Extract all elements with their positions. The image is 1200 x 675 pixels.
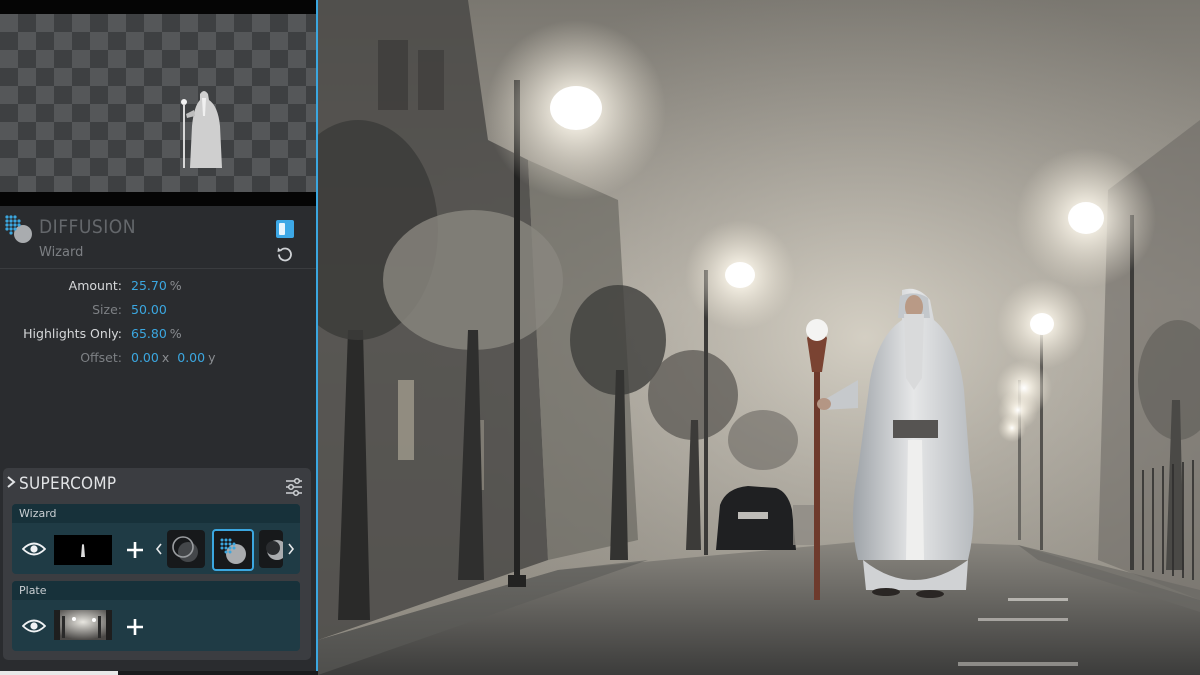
composite-viewer[interactable] (318, 0, 1200, 675)
diffusion-effect-icon (220, 538, 246, 564)
effect-slot[interactable] (259, 530, 287, 568)
supercomp-title: SUPERCOMP (19, 474, 117, 494)
layer-name: Wizard (12, 504, 300, 523)
add-effect-icon[interactable] (125, 540, 145, 560)
add-effect-icon[interactable] (125, 617, 145, 637)
chevron-left-icon[interactable] (155, 543, 163, 555)
param-value[interactable]: 0.00 x 0.00 y (131, 350, 216, 365)
diffusion-effect-icon (5, 215, 32, 243)
effect-layer-name: Wizard (39, 245, 84, 260)
bottom-status-strip (0, 671, 318, 675)
plate-layer-thumbnail[interactable] (54, 610, 112, 640)
param-size[interactable]: Size: 50.00 (0, 302, 316, 322)
param-amount[interactable]: Amount: 25.70% (0, 278, 316, 298)
wizard-layer-thumbnail[interactable] (54, 535, 112, 565)
effect-slot-selected[interactable] (212, 529, 254, 571)
sliders-settings-icon[interactable] (284, 477, 304, 497)
param-value[interactable]: 25.70% (131, 278, 182, 293)
param-highlights-only[interactable]: Highlights Only: 65.80% (0, 326, 316, 346)
param-label: Amount: (68, 278, 122, 293)
eye-visibility-icon[interactable] (22, 541, 46, 557)
param-value[interactable]: 65.80% (131, 326, 182, 341)
param-offset[interactable]: Offset: 0.00 x 0.00 y (0, 350, 316, 370)
layer-name: Plate (12, 581, 300, 600)
effect-enable-toggle[interactable] (276, 220, 294, 238)
chevron-right-icon[interactable] (287, 543, 295, 555)
foggy-street-scene (318, 0, 1200, 675)
layer-preview (0, 0, 316, 206)
reset-icon[interactable] (276, 245, 294, 263)
param-label: Size: (92, 302, 122, 317)
wizard-preview-figure (181, 91, 222, 168)
param-label: Highlights Only: (23, 326, 122, 341)
effect-title: DIFFUSION (39, 216, 137, 238)
param-value[interactable]: 50.00 (131, 302, 167, 317)
param-label: Offset: (80, 350, 122, 365)
effect-slot[interactable] (167, 530, 205, 568)
chevron-right-icon[interactable] (5, 474, 17, 490)
transparency-checkerboard (0, 14, 316, 192)
eye-visibility-icon[interactable] (22, 618, 46, 634)
